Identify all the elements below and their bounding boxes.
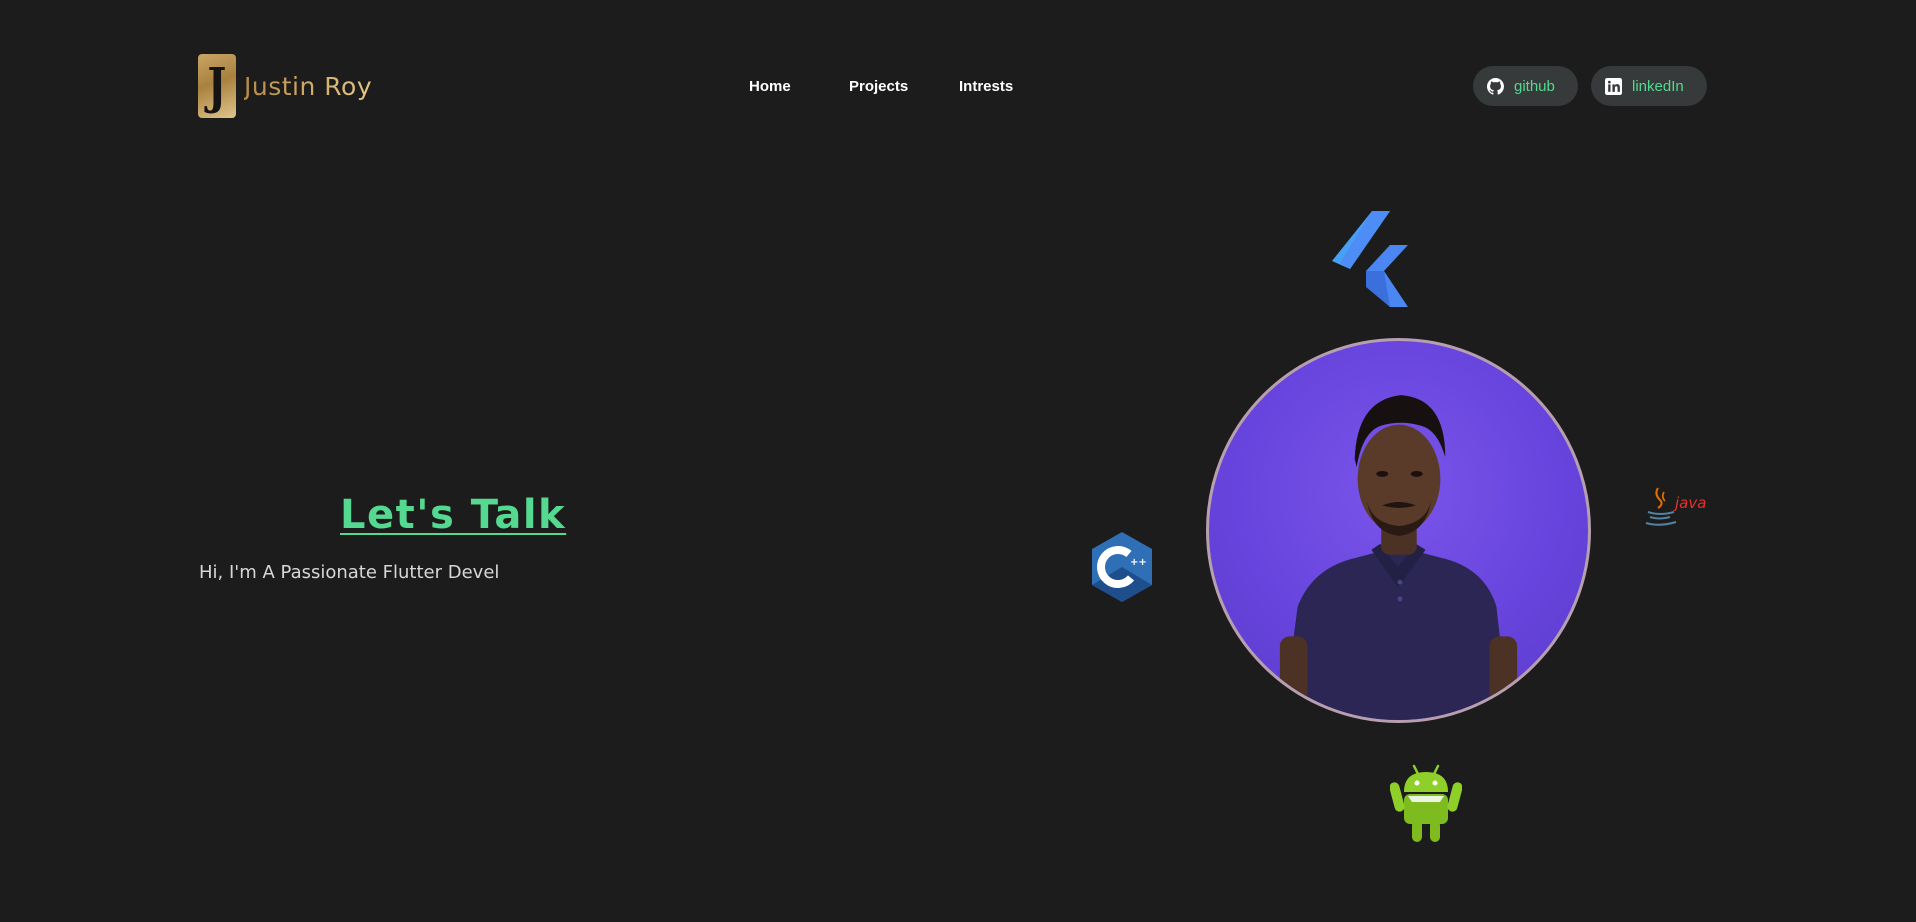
profile-photo: [1206, 338, 1591, 723]
lets-talk-link[interactable]: Let's Talk: [340, 492, 566, 538]
linkedin-label: linkedIn: [1632, 77, 1684, 95]
site-logo[interactable]: J Justin Roy: [198, 54, 372, 118]
linkedin-button[interactable]: linkedIn: [1591, 66, 1707, 106]
java-icon: java: [1645, 487, 1706, 526]
flutter-icon: [1332, 211, 1408, 307]
logo-name: Justin Roy: [244, 71, 373, 101]
android-icon: [1390, 764, 1462, 842]
github-icon: [1487, 77, 1504, 95]
person-illustration: [1279, 395, 1518, 720]
java-label: java: [1673, 494, 1706, 512]
nav-projects-link[interactable]: Projects: [849, 78, 908, 95]
svg-text:++: ++: [1130, 557, 1147, 568]
nav-interests-link[interactable]: Intrests: [959, 78, 1013, 95]
nav-home-link[interactable]: Home: [749, 78, 791, 95]
portfolio-page: J Justin Roy Home Projects Intrests gith…: [0, 0, 1916, 922]
logo-letter: J: [207, 56, 227, 115]
hero-subtitle: Hi, I'm A Passionate Flutter Devel: [199, 562, 500, 583]
github-label: github: [1514, 77, 1555, 95]
linkedin-icon: [1605, 77, 1622, 95]
cpp-icon: ++: [1092, 532, 1152, 602]
logo-badge: J: [198, 54, 236, 118]
github-button[interactable]: github: [1473, 66, 1578, 106]
